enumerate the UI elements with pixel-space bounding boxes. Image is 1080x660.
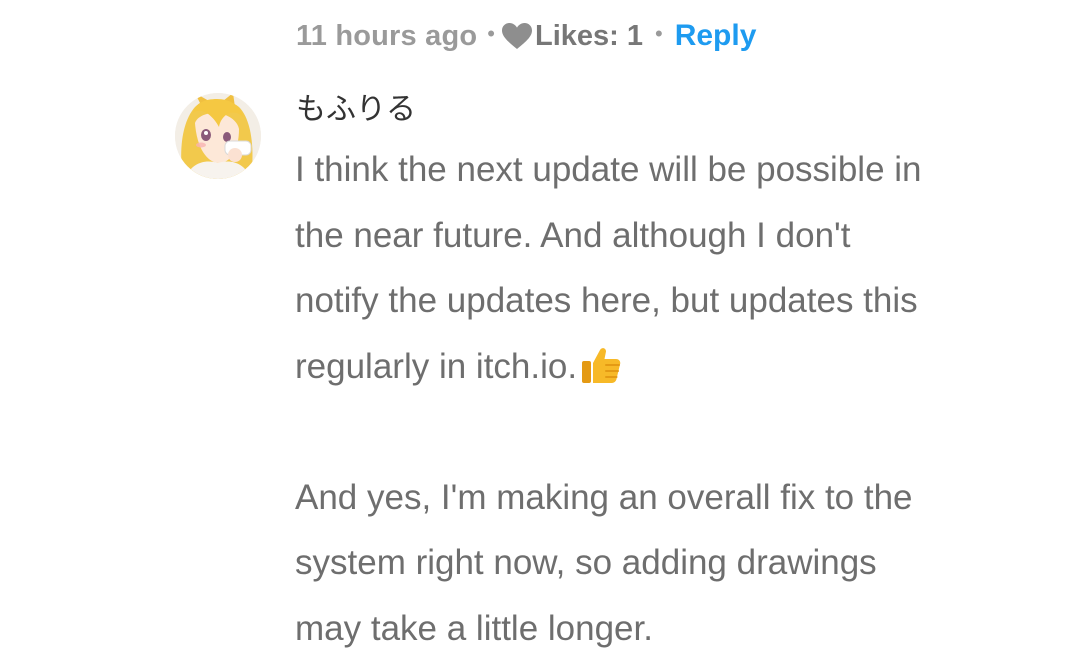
comment-meta: 11 hours ago • Likes: 1 • Reply <box>296 14 756 58</box>
anime-girl-avatar <box>175 93 261 179</box>
comment-line: notify the updates here, but updates thi… <box>295 281 918 320</box>
comment-line: regularly in itch.io. <box>295 346 578 386</box>
paragraph-spacer <box>295 399 1015 465</box>
comment-timestamp: 11 hours ago <box>296 19 478 52</box>
comment-line-with-emoji: regularly in itch.io. <box>295 334 1015 400</box>
avatar[interactable] <box>175 93 261 179</box>
meta-separator: • <box>655 21 663 46</box>
likes-count: Likes: 1 <box>535 19 643 52</box>
comment-line: the near future. And although I don't <box>295 215 851 255</box>
reply-button[interactable]: Reply <box>675 19 757 53</box>
thumbs-up-icon <box>579 342 623 386</box>
heart-icon[interactable] <box>501 22 533 50</box>
meta-separator: • <box>487 21 495 46</box>
comment-body: I think the next update will be possible… <box>295 137 1015 660</box>
comment-line: may take a little longer. <box>295 608 653 648</box>
comment-author[interactable]: もふりる <box>296 88 416 132</box>
comment-line: system right now, so adding drawings <box>295 543 877 582</box>
comment-line: And yes, I'm making an overall fix to th… <box>295 477 913 517</box>
comment-line: I think the next update will be possible… <box>295 150 922 189</box>
